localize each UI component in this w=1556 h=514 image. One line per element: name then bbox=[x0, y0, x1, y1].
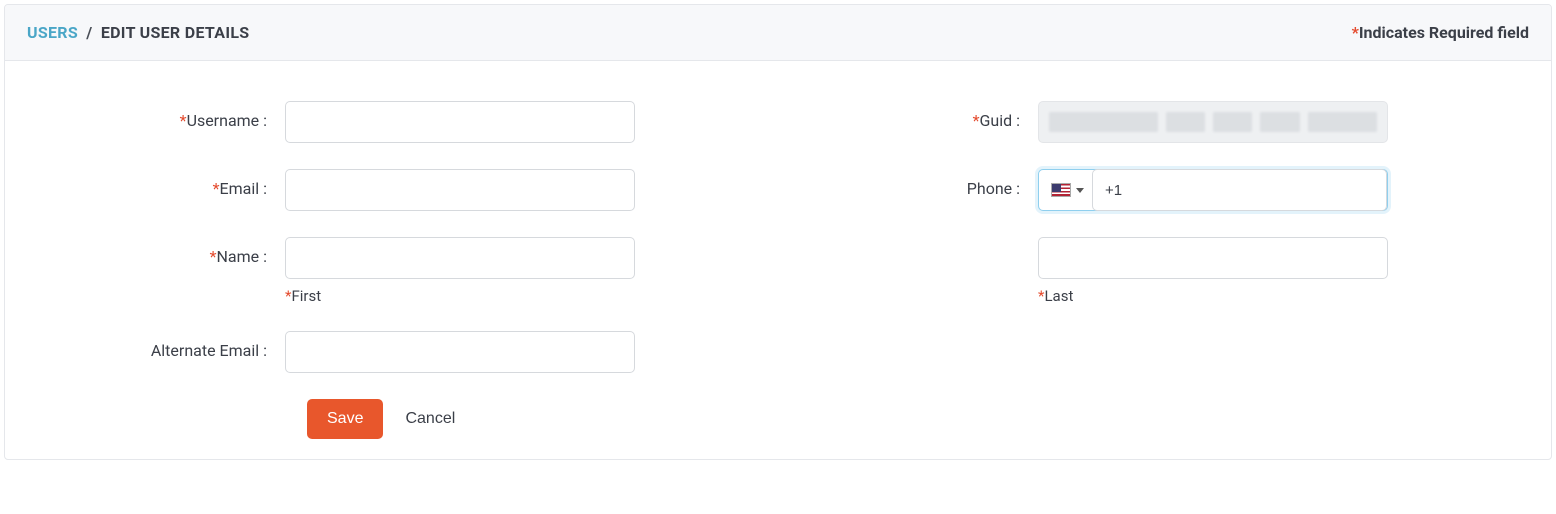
required-field-note: *Indicates Required field bbox=[1352, 23, 1529, 42]
required-asterisk: * bbox=[213, 179, 220, 198]
redacted-block bbox=[1166, 112, 1205, 132]
redacted-block bbox=[1049, 112, 1158, 132]
guid-readonly-field bbox=[1038, 101, 1388, 143]
form-row: Alternate Email : bbox=[25, 331, 1531, 373]
phone-field-wrapper bbox=[1038, 169, 1388, 211]
redacted-block bbox=[1260, 112, 1299, 132]
actions-row: Save Cancel bbox=[25, 399, 1531, 439]
lastname-label-spacer bbox=[778, 237, 1038, 247]
redacted-block bbox=[1308, 112, 1377, 132]
email-input[interactable] bbox=[285, 169, 635, 211]
required-note-text: Indicates Required field bbox=[1359, 23, 1529, 42]
form-container: *Username : *Guid : bbox=[5, 61, 1551, 459]
last-name-input[interactable] bbox=[1038, 237, 1388, 279]
phone-label: Phone : bbox=[778, 169, 1038, 198]
asterisk-icon: * bbox=[1352, 23, 1359, 42]
breadcrumb-current: EDIT USER DETAILS bbox=[101, 23, 250, 42]
guid-label: *Guid : bbox=[778, 101, 1038, 130]
required-asterisk: * bbox=[210, 247, 217, 266]
first-name-input[interactable] bbox=[285, 237, 635, 279]
country-code-selector[interactable] bbox=[1039, 170, 1092, 210]
us-flag-icon bbox=[1051, 183, 1071, 197]
form-row: *Name : *First *Last bbox=[25, 237, 1531, 305]
form-row: *Username : *Guid : bbox=[25, 101, 1531, 143]
email-label: *Email : bbox=[25, 169, 285, 198]
cancel-button[interactable]: Cancel bbox=[405, 410, 455, 428]
username-label: *Username : bbox=[25, 101, 285, 130]
required-asterisk: * bbox=[180, 111, 187, 130]
form-row: *Email : Phone : bbox=[25, 169, 1531, 211]
alternate-email-input[interactable] bbox=[285, 331, 635, 373]
required-asterisk: * bbox=[973, 111, 980, 130]
redacted-block bbox=[1213, 112, 1252, 132]
phone-input[interactable] bbox=[1092, 169, 1387, 211]
breadcrumb: USERS / EDIT USER DETAILS bbox=[27, 23, 249, 42]
alt-email-label: Alternate Email : bbox=[25, 331, 285, 360]
breadcrumb-separator: / bbox=[86, 23, 92, 42]
chevron-down-icon bbox=[1076, 188, 1084, 193]
breadcrumb-parent[interactable]: USERS bbox=[27, 23, 78, 42]
save-button[interactable]: Save bbox=[307, 399, 383, 439]
last-sublabel: *Last bbox=[1038, 287, 1398, 305]
name-label: *Name : bbox=[25, 237, 285, 266]
panel-header: USERS / EDIT USER DETAILS *Indicates Req… bbox=[5, 5, 1551, 61]
edit-user-panel: USERS / EDIT USER DETAILS *Indicates Req… bbox=[4, 4, 1552, 460]
first-sublabel: *First bbox=[285, 287, 645, 305]
username-input[interactable] bbox=[285, 101, 635, 143]
